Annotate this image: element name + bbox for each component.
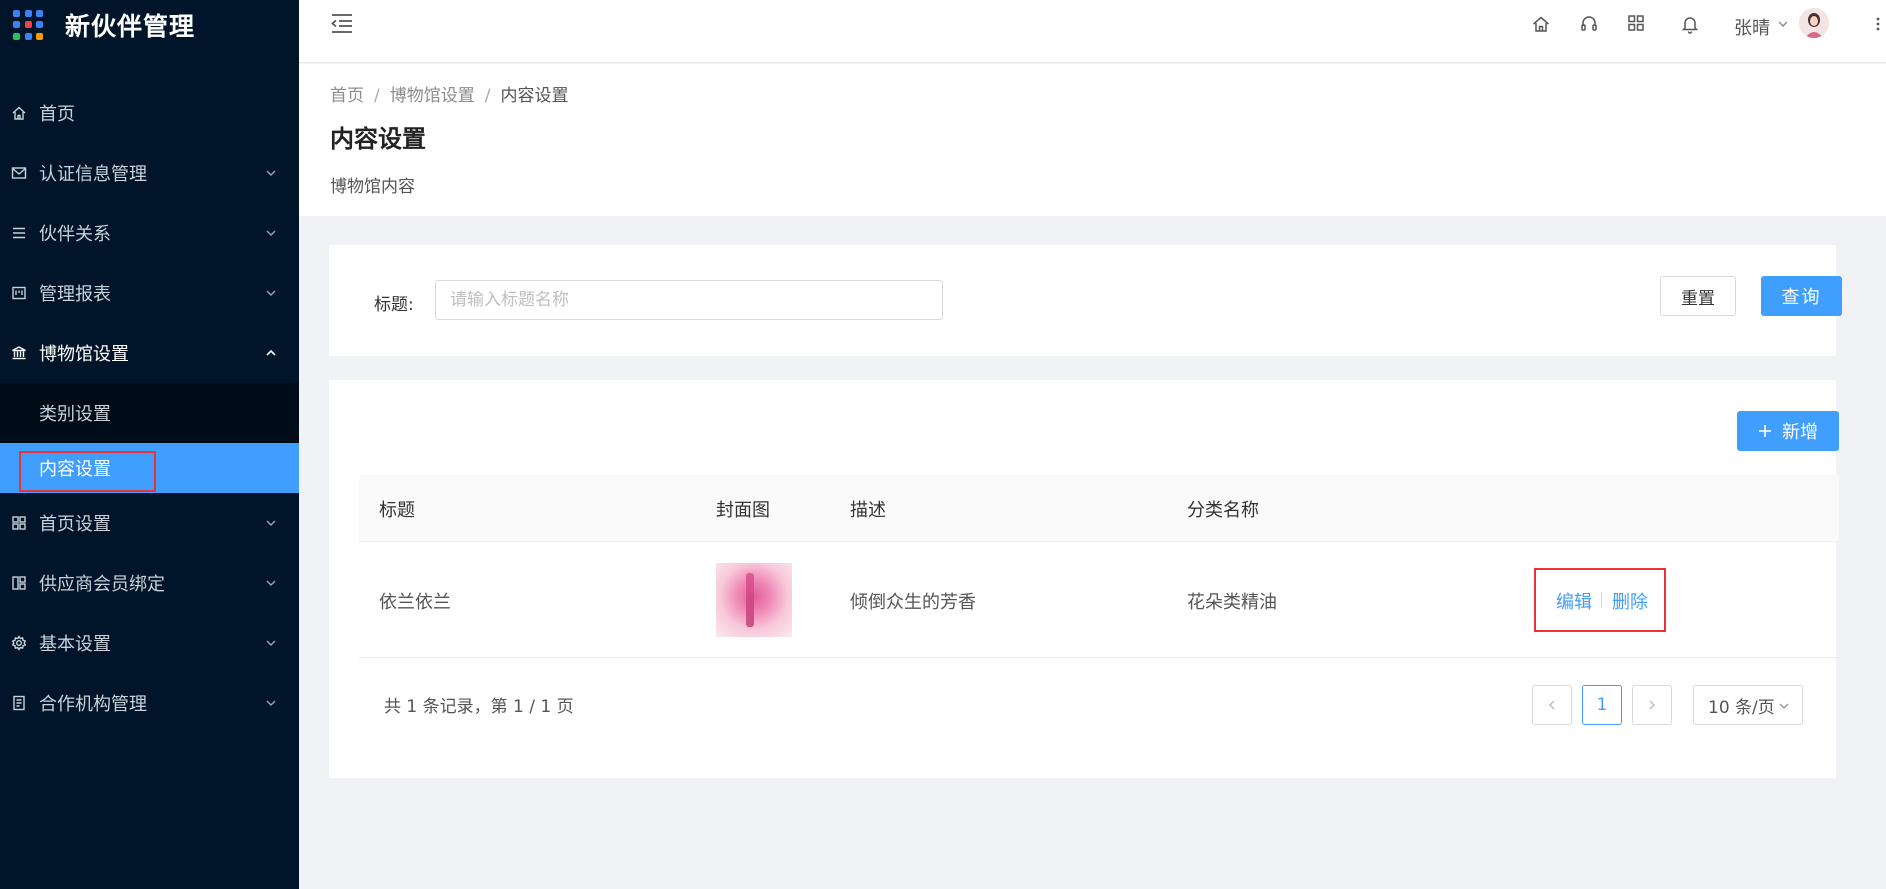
top-header: 张晴 (299, 0, 1886, 63)
grid-icon[interactable] (1626, 13, 1646, 33)
sidebar-item-partner-orgs[interactable]: 合作机构管理 (0, 673, 299, 733)
app-title: 新伙伴管理 (65, 12, 196, 41)
delete-link[interactable]: 删除 (1612, 588, 1648, 614)
search-label: 标题: (374, 295, 414, 315)
report-icon (10, 284, 28, 302)
next-page-button[interactable] (1632, 685, 1672, 725)
page-size-select[interactable]: 10 条/页 (1693, 685, 1803, 725)
page-header: 首页 / 博物馆设置 / 内容设置 内容设置 博物馆内容 (299, 64, 1886, 216)
breadcrumb-current: 内容设置 (500, 86, 569, 106)
search-panel: 标题: 重置 查询 (329, 245, 1842, 356)
add-button-label: 新增 (1782, 422, 1818, 443)
sidebar-menu: 首页 认证信息管理 伙伴关系 管理报表 博物馆设置 类别设置 内容设置 首页设置… (0, 83, 299, 733)
list-icon (10, 224, 28, 242)
menu-fold-icon[interactable] (330, 12, 354, 34)
home-icon[interactable] (1531, 14, 1551, 34)
sidebar-subitem-content-settings[interactable]: 内容设置 (0, 443, 299, 493)
doc-icon (10, 694, 28, 712)
edit-link[interactable]: 编辑 (1556, 588, 1592, 614)
chevron-down-icon (265, 287, 277, 299)
chevron-down-icon (265, 517, 277, 529)
mail-icon (10, 164, 28, 182)
sidebar-item-label: 博物馆设置 (39, 344, 129, 365)
layout-icon (10, 514, 28, 532)
sidebar-item-label: 首页 (39, 104, 75, 125)
chevron-down-icon (265, 697, 277, 709)
title-search-input[interactable] (435, 280, 943, 320)
cell-category: 花朵类精油 (1187, 592, 1277, 613)
sidebar-item-label: 管理报表 (39, 284, 111, 305)
chevron-down-icon (265, 637, 277, 649)
breadcrumb-separator: / (374, 86, 380, 106)
sidebar-item-basic-settings[interactable]: 基本设置 (0, 613, 299, 673)
gear-icon (10, 634, 28, 652)
row-actions: 编辑 删除 (1534, 568, 1666, 632)
column-header-category: 分类名称 (1187, 500, 1259, 521)
sidebar-item-label: 认证信息管理 (39, 164, 147, 185)
chevron-down-icon (265, 577, 277, 589)
pagination-summary: 共 1 条记录，第 1 / 1 页 (384, 697, 574, 717)
content-table-panel: 新增 标题 封面图 描述 分类名称 依兰依兰 倾倒众生的芳香 花朵类精油 编辑 … (329, 380, 1839, 778)
sidebar-item-label: 伙伴关系 (39, 224, 111, 245)
page-title: 内容设置 (330, 125, 426, 153)
logo: 新伙伴管理 (0, 0, 299, 50)
sidebar-item-partners[interactable]: 伙伴关系 (0, 203, 299, 263)
reset-button[interactable]: 重置 (1660, 276, 1736, 316)
page-number-button[interactable]: 1 (1582, 685, 1622, 725)
cover-image (716, 563, 792, 637)
action-divider (1601, 592, 1602, 608)
page-size-value: 10 条/页 (1708, 697, 1775, 718)
column-header-cover: 封面图 (716, 500, 770, 521)
more-vertical-icon[interactable] (1875, 14, 1881, 34)
chevron-up-icon (265, 347, 277, 359)
museum-submenu: 类别设置 内容设置 (0, 383, 299, 493)
app-grid-icon (13, 9, 44, 41)
sidebar-item-supplier-binding[interactable]: 供应商会员绑定 (0, 553, 299, 613)
bank-icon (10, 344, 28, 362)
column-header-description: 描述 (850, 500, 886, 521)
table-row: 依兰依兰 倾倒众生的芳香 花朵类精油 编辑 删除 (359, 542, 1839, 658)
qrcode-icon (10, 574, 28, 592)
avatar[interactable] (1799, 8, 1829, 38)
chevron-left-icon (1549, 700, 1555, 710)
chevron-down-icon (265, 227, 277, 239)
sidebar-item-home-settings[interactable]: 首页设置 (0, 493, 299, 553)
breadcrumb-home[interactable]: 首页 (330, 86, 364, 106)
prev-page-button[interactable] (1532, 685, 1572, 725)
sidebar-item-certification[interactable]: 认证信息管理 (0, 143, 299, 203)
breadcrumb-separator: / (484, 86, 491, 106)
column-header-title: 标题 (379, 500, 415, 521)
table-header: 标题 封面图 描述 分类名称 (359, 475, 1839, 542)
sidebar-item-museum[interactable]: 博物馆设置 (0, 323, 299, 383)
breadcrumb: 首页 / 博物馆设置 / 内容设置 (330, 81, 568, 106)
sidebar-item-reports[interactable]: 管理报表 (0, 263, 299, 323)
chevron-down-icon[interactable] (1777, 18, 1789, 30)
cell-description: 倾倒众生的芳香 (850, 592, 976, 613)
user-name[interactable]: 张晴 (1734, 14, 1770, 40)
sidebar-item-label: 供应商会员绑定 (39, 574, 165, 595)
sidebar-item-label: 首页设置 (39, 514, 111, 535)
sidebar-item-label: 类别设置 (39, 404, 111, 425)
cell-title: 依兰依兰 (379, 592, 451, 613)
chevron-down-icon (1778, 700, 1790, 712)
add-button[interactable]: 新增 (1737, 411, 1839, 451)
sidebar-subitem-category-settings[interactable]: 类别设置 (0, 383, 299, 443)
sidebar-item-home[interactable]: 首页 (0, 83, 299, 143)
page-description: 博物馆内容 (330, 177, 415, 197)
sidebar-item-label: 基本设置 (39, 634, 111, 655)
sidebar-item-label: 合作机构管理 (39, 694, 147, 715)
query-button[interactable]: 查询 (1761, 276, 1842, 316)
home-icon (10, 104, 28, 122)
bell-icon[interactable] (1680, 14, 1700, 34)
headset-icon[interactable] (1579, 14, 1599, 34)
plus-icon (1758, 424, 1772, 438)
breadcrumb-parent[interactable]: 博物馆设置 (390, 86, 475, 106)
chevron-right-icon (1649, 700, 1655, 710)
sidebar: 新伙伴管理 首页 认证信息管理 伙伴关系 管理报表 博物馆设置 类别设置 内容设… (0, 0, 299, 889)
sidebar-item-label: 内容设置 (39, 459, 111, 480)
chevron-down-icon (265, 167, 277, 179)
